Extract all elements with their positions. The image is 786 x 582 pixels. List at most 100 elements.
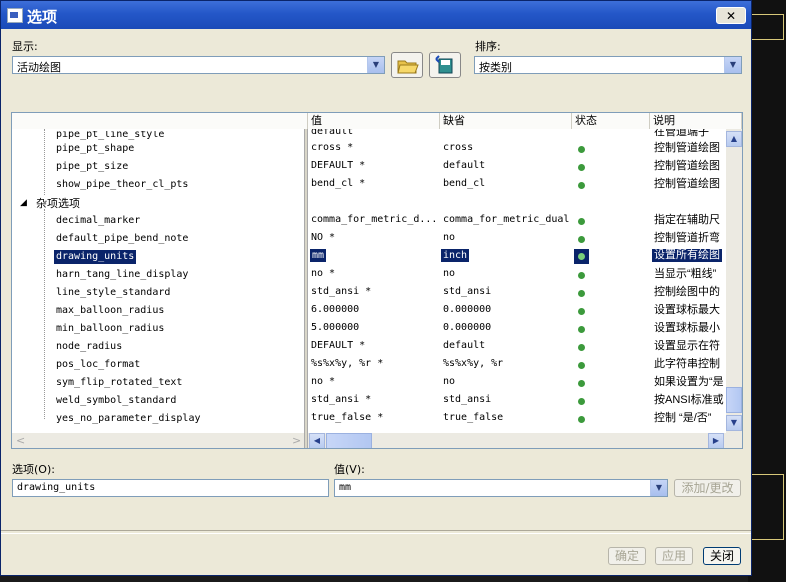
cell-description-selected: 设置所有绘图	[652, 249, 722, 262]
cell-value[interactable]: true_false *	[311, 409, 383, 427]
tree-item[interactable]: node_radius	[56, 340, 122, 354]
status-dot-icon	[578, 398, 585, 405]
open-file-button[interactable]	[391, 52, 423, 78]
cell-value[interactable]: DEFAULT *	[311, 157, 365, 175]
cell-description: 设置显示在符	[654, 340, 720, 352]
tree-item[interactable]: pos_loc_format	[56, 358, 140, 372]
cell-value[interactable]: bend_cl *	[311, 175, 365, 193]
status-dot-icon	[578, 362, 585, 369]
column-header-description[interactable]: 说明	[650, 113, 742, 129]
tree-column-header[interactable]	[12, 113, 308, 129]
cell-value[interactable]: 6.000000	[311, 301, 359, 319]
cell-description: 控制绘图中的	[654, 286, 720, 298]
cell-value[interactable]: cross *	[311, 139, 353, 157]
tree-item-selected[interactable]: drawing_units	[54, 250, 137, 264]
status-dot-icon	[578, 253, 585, 260]
chevron-down-icon[interactable]: ▼	[724, 57, 741, 73]
cell-description: 设置球标最大	[654, 304, 720, 316]
cell-default: std_ansi	[443, 286, 492, 297]
scroll-right-icon[interactable]: >	[292, 434, 301, 447]
tree-item[interactable]: max_balloon_radius	[56, 304, 164, 318]
tree-item[interactable]: yes_no_parameter_display	[56, 412, 201, 426]
ok-button[interactable]: 确定	[608, 547, 646, 565]
tree-item[interactable]: pipe_pt_size	[56, 160, 128, 174]
status-dot-icon	[578, 218, 585, 225]
chevron-down-icon[interactable]: ▼	[367, 57, 384, 73]
cell-value[interactable]: DEFAULT *	[311, 337, 365, 355]
tree-item[interactable]: sym_flip_rotated_text	[56, 376, 182, 390]
vertical-scroll-thumb[interactable]	[726, 387, 742, 413]
status-dot-icon	[578, 290, 585, 297]
collapse-triangle-icon[interactable]: ◢	[20, 198, 27, 208]
scroll-up-icon[interactable]: ▲	[726, 131, 742, 147]
chevron-down-icon[interactable]: ▼	[650, 480, 667, 496]
cell-default: no	[443, 376, 456, 387]
cell-value[interactable]: comma_for_metric_d...	[311, 211, 437, 229]
cell-description: 当显示“粗线”	[654, 268, 717, 280]
column-header-value[interactable]: 值	[308, 113, 440, 129]
tree-item[interactable]: line_style_standard	[56, 286, 170, 300]
tree-item[interactable]: weld_symbol_standard	[56, 394, 176, 408]
tree-item[interactable]: harn_tang_line_display	[56, 268, 188, 282]
cell-value[interactable]: %s%x%y, %r *	[311, 355, 383, 373]
table-vertical-scrollbar[interactable]: ▲ ▼	[726, 129, 742, 433]
tree-group-misc[interactable]: 杂项选项	[36, 195, 80, 211]
cell-description: 控制管道绘图	[654, 142, 720, 154]
sort-combo[interactable]: 按类别 ▼	[474, 56, 742, 74]
close-button[interactable]: 关闭	[703, 547, 741, 565]
scroll-right-icon[interactable]: ▶	[708, 433, 724, 448]
tree-item[interactable]: pipe_pt_shape	[56, 142, 134, 156]
cell-default: no	[443, 268, 456, 279]
options-table: default 在管道端子 cross * cross 控制管道绘图 DEFAU…	[308, 129, 726, 433]
cell-default: cross	[443, 142, 474, 153]
status-dot-icon	[578, 236, 585, 243]
cell-description: 控制 “是/否”	[654, 412, 712, 424]
status-dot-icon	[578, 344, 585, 351]
display-label: 显示:	[12, 40, 38, 53]
cell-default: %s%x%y, %r	[443, 358, 504, 369]
cell-default: std_ansi	[443, 394, 492, 405]
scroll-down-icon[interactable]: ▼	[726, 415, 742, 431]
status-highlight	[574, 249, 589, 264]
table-horizontal-scrollbar[interactable]: ◀ ▶	[308, 433, 742, 448]
tree-item[interactable]: default_pipe_bend_note	[56, 232, 188, 246]
close-window-button[interactable]: ✕	[716, 7, 746, 24]
title-block-cell	[750, 474, 784, 540]
cell-value[interactable]: std_ansi *	[311, 283, 371, 301]
add-change-button[interactable]: 添加/更改	[674, 479, 741, 497]
cell-value[interactable]: no *	[311, 373, 335, 391]
horizontal-scroll-thumb[interactable]	[326, 433, 372, 448]
status-dot-icon	[578, 272, 585, 279]
title-bar: 选项 ✕	[1, 1, 751, 29]
cell-description: 控制管道折弯	[654, 232, 720, 244]
status-dot-icon	[578, 326, 585, 333]
save-file-button[interactable]	[429, 52, 461, 78]
cell-description: 按ANSI标准或	[654, 394, 724, 406]
tree-item[interactable]: show_pipe_theor_cl_pts	[56, 178, 188, 192]
tree-line	[44, 209, 46, 419]
cell-value-selected[interactable]: mm	[310, 249, 327, 262]
cell-value[interactable]: std_ansi *	[311, 391, 371, 409]
cell-value[interactable]: NO *	[311, 229, 335, 247]
column-header-default[interactable]: 缺省	[440, 113, 572, 129]
window-icon	[7, 8, 23, 23]
option-input[interactable]: drawing_units	[12, 479, 329, 497]
display-combo[interactable]: 活动绘图 ▼	[12, 56, 385, 74]
title-block-cell	[750, 14, 784, 40]
column-header-status[interactable]: 状态	[572, 113, 650, 129]
tree-horizontal-scrollbar[interactable]: < >	[12, 433, 304, 448]
value-combo-value: mm	[339, 482, 352, 493]
cell-value[interactable]: no *	[311, 265, 335, 283]
sort-label: 排序:	[475, 40, 501, 53]
apply-button[interactable]: 应用	[655, 547, 693, 565]
value-combo[interactable]: mm ▼	[334, 479, 668, 497]
tree-line	[44, 129, 46, 195]
window-title: 选项	[27, 8, 58, 26]
tree-item[interactable]: pipe_pt_line_style	[56, 131, 164, 142]
cell-description: 指定在辅助尺	[654, 214, 720, 226]
scroll-left-icon[interactable]: <	[16, 434, 25, 447]
tree-item[interactable]: decimal_marker	[56, 214, 140, 228]
tree-item[interactable]: min_balloon_radius	[56, 322, 164, 336]
scroll-left-icon[interactable]: ◀	[309, 433, 325, 448]
cell-value[interactable]: 5.000000	[311, 319, 359, 337]
